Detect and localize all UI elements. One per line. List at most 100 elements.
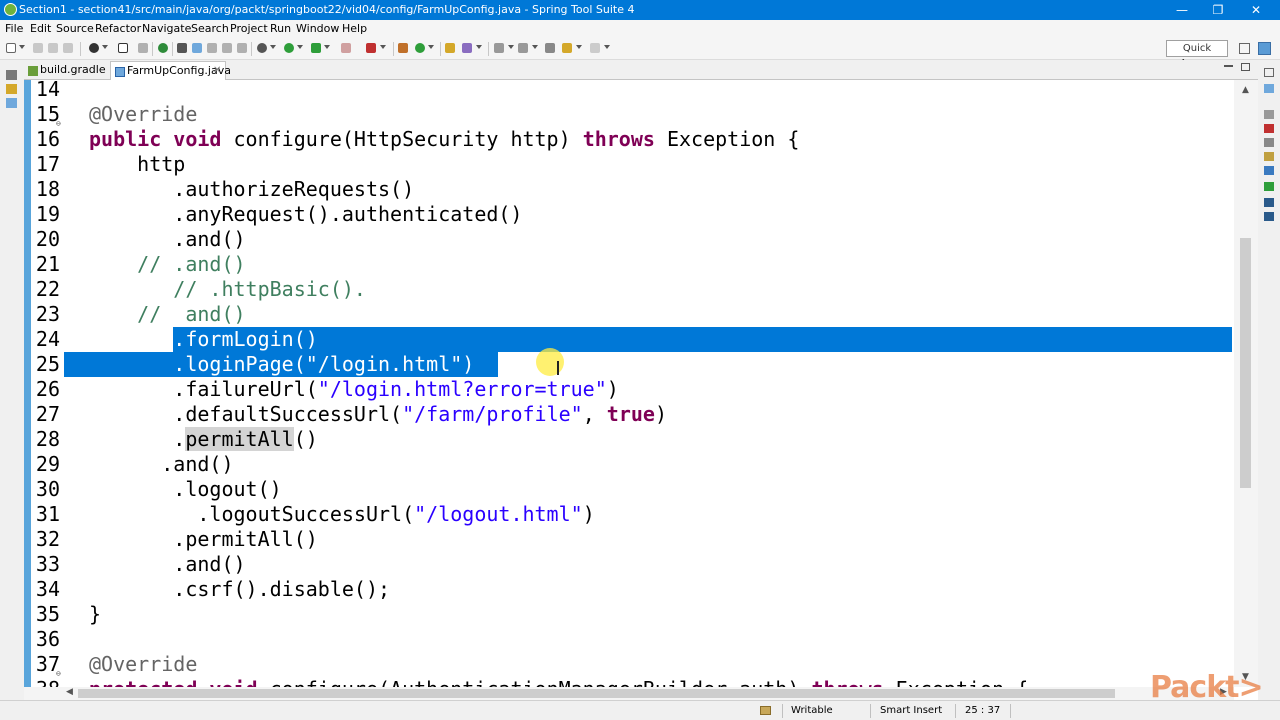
code-line[interactable]: 36 bbox=[24, 627, 1234, 652]
new-class-dropdown-icon[interactable] bbox=[428, 45, 434, 49]
code-line[interactable]: 35} bbox=[24, 602, 1234, 627]
code-line[interactable]: 34 .csrf().disable(); bbox=[24, 577, 1234, 602]
horizontal-scroll-thumb[interactable] bbox=[78, 689, 1115, 698]
scroll-left-icon[interactable]: ◀ bbox=[66, 687, 73, 697]
menu-source[interactable]: Source bbox=[56, 22, 94, 35]
debug-dropdown-icon[interactable] bbox=[102, 45, 108, 49]
show-whitespace-icon[interactable] bbox=[237, 43, 247, 53]
search-dropdown-icon[interactable] bbox=[476, 45, 482, 49]
restore-view-icon[interactable] bbox=[6, 70, 17, 80]
code-line[interactable]: 31 .logoutSuccessUrl("/logout.html") bbox=[24, 502, 1234, 527]
minimize-button[interactable]: — bbox=[1164, 0, 1200, 20]
coverage-icon[interactable] bbox=[366, 43, 376, 53]
outline-icon[interactable] bbox=[6, 98, 17, 108]
forward-icon[interactable] bbox=[590, 43, 600, 53]
code-line[interactable]: 15 ⊖ @Override bbox=[24, 102, 1234, 128]
code-line[interactable]: 22 // .httpBasic(). bbox=[24, 277, 1234, 302]
new-icon[interactable] bbox=[6, 43, 16, 53]
external-tools-icon[interactable] bbox=[311, 43, 321, 53]
last-edit-location-icon[interactable] bbox=[545, 43, 555, 53]
menu-window[interactable]: Window bbox=[296, 22, 339, 35]
close-window-button[interactable]: ✕ bbox=[1238, 0, 1274, 20]
code-line[interactable]: 28 .permitAll() bbox=[24, 427, 1234, 452]
task-list-icon[interactable] bbox=[1264, 110, 1274, 119]
code-line[interactable]: 17 http bbox=[24, 152, 1234, 177]
print-icon[interactable] bbox=[63, 43, 73, 53]
menu-refactor[interactable]: Refactor bbox=[95, 22, 141, 35]
menu-file[interactable]: File bbox=[5, 22, 23, 35]
run-dropdown-icon[interactable] bbox=[297, 45, 303, 49]
code-line[interactable]: 38 protected void configure(Authenticatio… bbox=[24, 677, 1234, 687]
quick-access-field[interactable]: Quick Access bbox=[1166, 40, 1228, 69]
code-line[interactable]: 27 .defaultSuccessUrl("/farm/profile", t… bbox=[24, 402, 1234, 427]
code-line[interactable]: 29 .and() bbox=[24, 452, 1234, 477]
open-perspective-icon[interactable] bbox=[1239, 43, 1250, 54]
debug-icon[interactable] bbox=[89, 43, 99, 53]
new-dropdown-icon[interactable] bbox=[19, 45, 25, 49]
new-package-icon[interactable] bbox=[398, 43, 408, 53]
tab-build-gradle[interactable]: build.gradle bbox=[24, 61, 110, 80]
coverage-dropdown-icon[interactable] bbox=[380, 45, 386, 49]
restore-view-icon[interactable] bbox=[1264, 68, 1274, 77]
next-annotation-dropdown-icon[interactable] bbox=[508, 45, 514, 49]
gradle-tasks-icon[interactable] bbox=[1264, 198, 1274, 207]
save-all-icon[interactable] bbox=[48, 43, 58, 53]
next-annotation-icon[interactable] bbox=[494, 43, 504, 53]
menu-help[interactable]: Help bbox=[342, 22, 367, 35]
code-line[interactable]: 24 .formLogin() bbox=[24, 327, 1234, 352]
save-icon[interactable] bbox=[33, 43, 43, 53]
code-line[interactable]: 25 .loginPage("/login.html") bbox=[24, 352, 1234, 377]
maximize-editor-icon[interactable] bbox=[1241, 63, 1250, 71]
menu-edit[interactable]: Edit bbox=[30, 22, 51, 35]
horizontal-scrollbar[interactable]: ◀ ▶ bbox=[24, 687, 1234, 700]
terminal-icon[interactable] bbox=[118, 43, 128, 53]
forward-dropdown-icon[interactable] bbox=[604, 45, 610, 49]
code-line[interactable]: 20 .and() bbox=[24, 227, 1234, 252]
progress-icon[interactable] bbox=[1264, 182, 1274, 191]
code-line[interactable]: 30 .logout() bbox=[24, 477, 1234, 502]
back-icon[interactable] bbox=[562, 43, 572, 53]
previous-annotation-dropdown-icon[interactable] bbox=[532, 45, 538, 49]
code-line[interactable]: 19 .anyRequest().authenticated() bbox=[24, 202, 1234, 227]
menu-navigate[interactable]: Navigate bbox=[142, 22, 191, 35]
menu-project[interactable]: Project bbox=[230, 22, 268, 35]
code-line[interactable]: 18 .authorizeRequests() bbox=[24, 177, 1234, 202]
vertical-scroll-thumb[interactable] bbox=[1240, 238, 1251, 488]
run-icon[interactable] bbox=[284, 43, 294, 53]
toggle-highlight-icon[interactable] bbox=[192, 43, 202, 53]
minimize-editor-icon[interactable] bbox=[1224, 65, 1233, 67]
outline-view-icon[interactable] bbox=[1264, 84, 1274, 93]
spring-boot-icon[interactable] bbox=[158, 43, 168, 53]
code-line[interactable]: 33 .and() bbox=[24, 552, 1234, 577]
word-wrap-icon[interactable] bbox=[222, 43, 232, 53]
external-tools-dropdown-icon[interactable] bbox=[324, 45, 330, 49]
skip-breakpoints-icon[interactable] bbox=[138, 43, 148, 53]
console-icon[interactable] bbox=[1264, 166, 1274, 175]
package-explorer-icon[interactable] bbox=[6, 84, 17, 94]
new-class-icon[interactable] bbox=[415, 43, 425, 53]
code-line[interactable]: 16 public void configure(HttpSecurity htt… bbox=[24, 127, 1234, 152]
restore-button[interactable]: ❐ bbox=[1200, 0, 1236, 20]
code-line[interactable]: 32 .permitAll() bbox=[24, 527, 1234, 552]
menu-search[interactable]: Search bbox=[191, 22, 229, 35]
code-line[interactable]: 21 // .and() bbox=[24, 252, 1234, 277]
code-line[interactable]: 14 bbox=[24, 80, 1234, 102]
code-line[interactable]: 26 .failureUrl("/login.html?error=true") bbox=[24, 377, 1234, 402]
toggle-mark-occurrences-icon[interactable] bbox=[177, 43, 187, 53]
block-selection-icon[interactable] bbox=[207, 43, 217, 53]
javadoc-icon[interactable] bbox=[1264, 138, 1274, 147]
declaration-icon[interactable] bbox=[1264, 152, 1274, 161]
code-editor[interactable]: 14 15 ⊖ @Override 16 public void configure(Ht… bbox=[24, 80, 1258, 687]
code-line[interactable]: 23 // and() bbox=[24, 302, 1234, 327]
back-dropdown-icon[interactable] bbox=[576, 45, 582, 49]
search-icon[interactable] bbox=[462, 43, 472, 53]
bug-dropdown-icon[interactable] bbox=[270, 45, 276, 49]
scroll-up-icon[interactable]: ▲ bbox=[1242, 85, 1249, 95]
stop-icon[interactable] bbox=[341, 43, 351, 53]
tab-farmup-config[interactable]: FarmUpConfig.java ✕ bbox=[110, 61, 231, 80]
code-line[interactable]: 37 ⊖ @Override bbox=[24, 652, 1234, 678]
close-tab-icon[interactable]: ✕ bbox=[213, 62, 221, 80]
bug-icon[interactable] bbox=[257, 43, 267, 53]
problems-icon[interactable] bbox=[1264, 124, 1274, 133]
menu-run[interactable]: Run bbox=[270, 22, 291, 35]
